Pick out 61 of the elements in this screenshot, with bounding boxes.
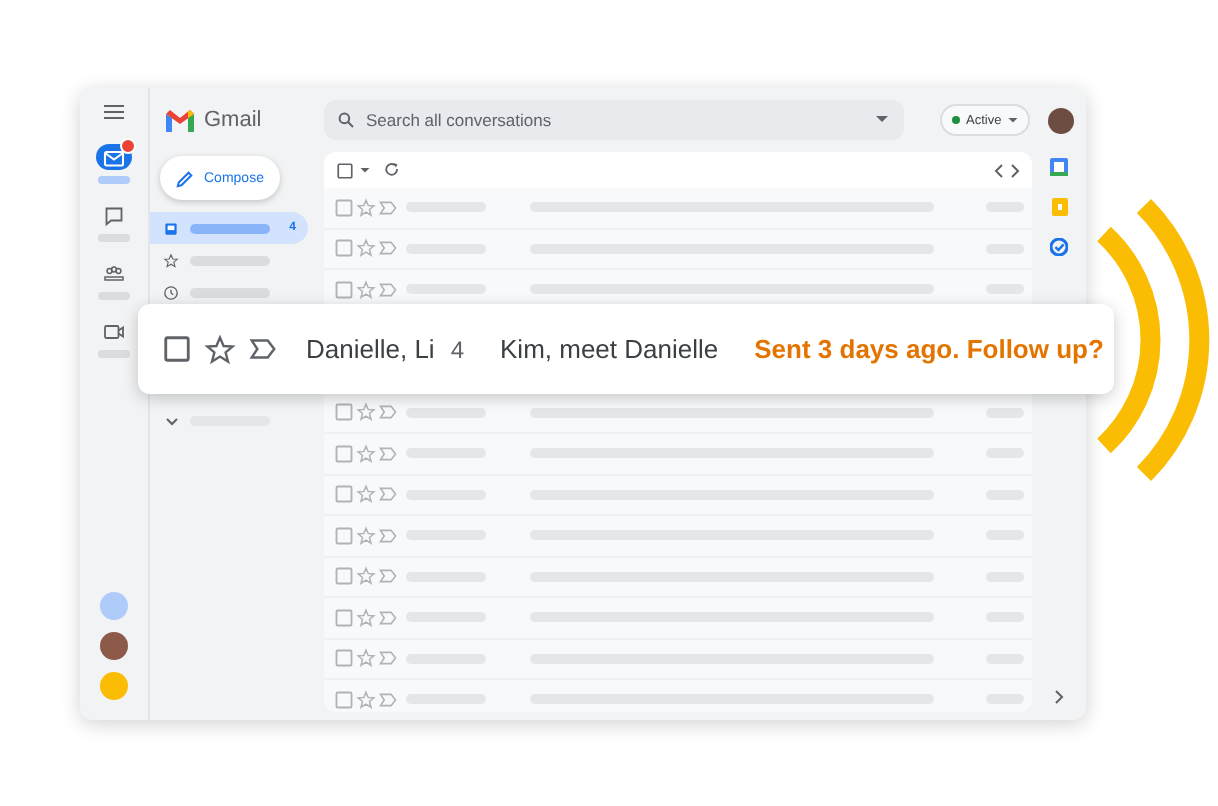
avatar[interactable] bbox=[100, 632, 128, 660]
label-icon[interactable] bbox=[248, 334, 278, 364]
checkbox-icon[interactable] bbox=[334, 279, 354, 300]
checkbox-icon[interactable] bbox=[162, 334, 192, 364]
star-icon[interactable] bbox=[356, 607, 376, 628]
search-icon bbox=[338, 112, 354, 128]
checkbox-icon[interactable] bbox=[334, 402, 354, 423]
star-icon[interactable] bbox=[356, 648, 376, 669]
star-icon[interactable] bbox=[356, 566, 376, 587]
email-subject: Kim, meet Danielle bbox=[500, 334, 719, 364]
star-icon[interactable] bbox=[356, 689, 376, 710]
placeholder-bar bbox=[986, 407, 1024, 418]
logo-icon bbox=[166, 109, 194, 131]
placeholder-bar bbox=[406, 407, 486, 418]
checkbox-icon[interactable] bbox=[334, 648, 354, 669]
checkbox-icon[interactable] bbox=[334, 566, 354, 587]
checkbox-icon[interactable] bbox=[336, 161, 354, 179]
checkbox-icon[interactable] bbox=[334, 484, 354, 505]
star-icon[interactable] bbox=[356, 525, 376, 546]
menu-icon[interactable] bbox=[104, 104, 124, 120]
sender-name: Danielle, Li bbox=[306, 334, 435, 364]
star-icon[interactable] bbox=[356, 197, 376, 218]
checkbox-icon[interactable] bbox=[334, 525, 354, 546]
caret-icon[interactable] bbox=[876, 116, 888, 124]
star-icon[interactable] bbox=[356, 402, 376, 423]
chevron-right-icon[interactable] bbox=[1054, 690, 1064, 704]
star-icon[interactable] bbox=[356, 279, 376, 300]
calendar-icon[interactable] bbox=[1050, 158, 1068, 176]
next-icon[interactable] bbox=[1010, 163, 1020, 177]
pencil-icon bbox=[176, 169, 194, 187]
checkbox-icon[interactable] bbox=[334, 607, 354, 628]
mail-icon bbox=[102, 145, 126, 169]
checkbox-icon[interactable] bbox=[334, 197, 354, 218]
chat-icon bbox=[102, 203, 126, 227]
avatar[interactable] bbox=[1048, 107, 1074, 133]
checkbox-icon[interactable] bbox=[334, 443, 354, 464]
previous-icon[interactable] bbox=[994, 163, 1004, 177]
checkbox-icon[interactable] bbox=[334, 689, 354, 710]
star-icon[interactable] bbox=[356, 443, 376, 464]
thread-count: 4 bbox=[450, 335, 465, 363]
star-icon[interactable] bbox=[204, 333, 236, 365]
search-field[interactable]: Search all conversations bbox=[324, 100, 904, 140]
star-icon[interactable] bbox=[356, 238, 376, 259]
mail-rail-button[interactable] bbox=[96, 144, 132, 170]
chevron-down-icon[interactable] bbox=[166, 417, 178, 425]
check-circle-icon[interactable] bbox=[1050, 238, 1068, 256]
checkbox-icon[interactable] bbox=[334, 238, 354, 259]
video-camera-icon bbox=[102, 319, 126, 343]
follow-up-nudge: Sent 3 days ago. Follow up? bbox=[754, 334, 1104, 364]
caret-icon[interactable] bbox=[360, 167, 370, 173]
app-name: Gmail bbox=[204, 108, 262, 132]
email-row-card[interactable]: Danielle, Li 4 Kim, meet Danielle Sent 3 days ago. Follow up? bbox=[138, 304, 1114, 394]
note-icon[interactable] bbox=[1051, 198, 1067, 216]
people-icon bbox=[102, 261, 126, 285]
placeholder-bar bbox=[98, 176, 130, 184]
refresh-icon[interactable] bbox=[384, 162, 400, 178]
clock-icon bbox=[162, 283, 180, 301]
star-icon bbox=[162, 251, 180, 269]
star-icon[interactable] bbox=[356, 484, 376, 505]
inbox-icon bbox=[162, 219, 180, 237]
caret-icon bbox=[1007, 117, 1018, 123]
